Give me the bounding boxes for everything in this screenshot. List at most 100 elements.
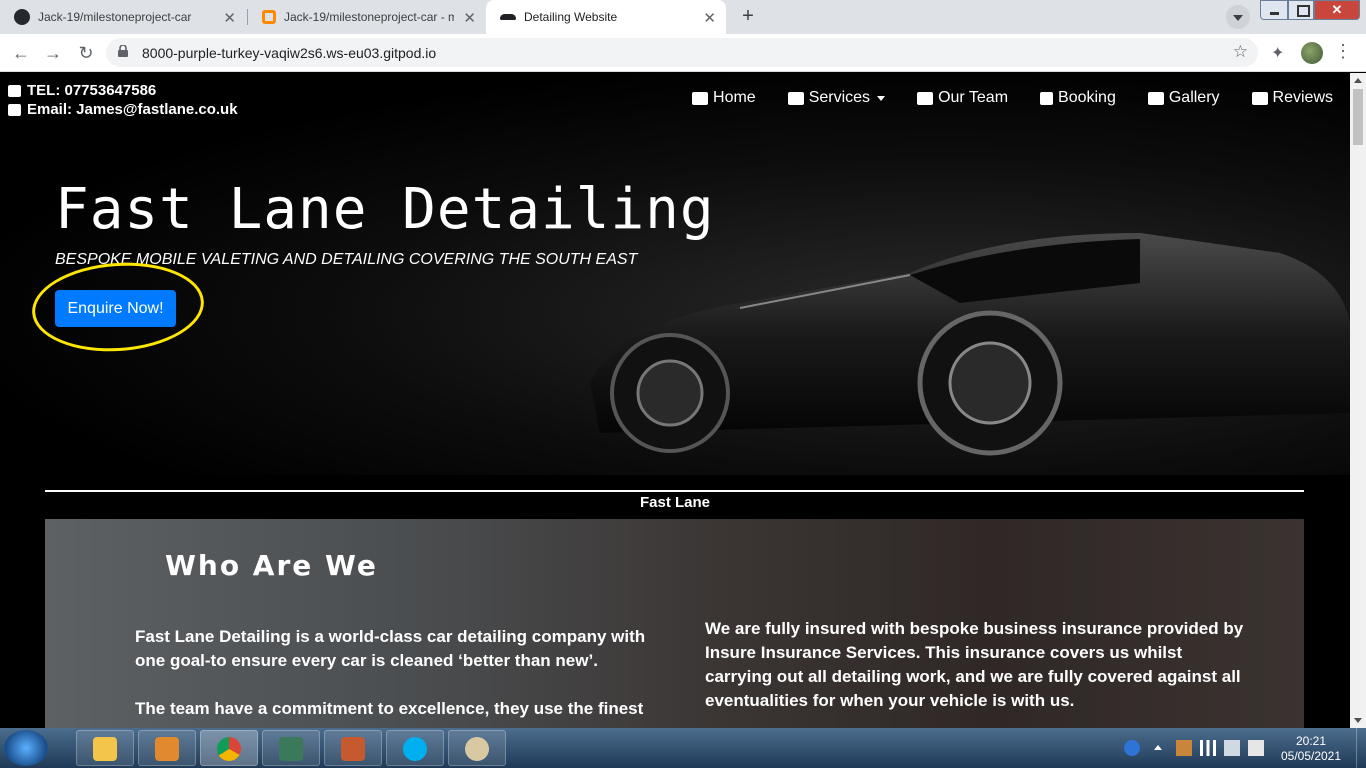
close-icon[interactable]: ✕ xyxy=(223,9,236,27)
system-clock[interactable]: 20:21 05/05/2021 xyxy=(1276,734,1346,764)
tab-title: Detailing Website xyxy=(524,10,618,24)
nav-gallery-label: Gallery xyxy=(1168,89,1220,106)
about-right-column: We are fully insured with bespoke busine… xyxy=(705,617,1245,728)
scroll-down-icon[interactable] xyxy=(1354,718,1362,723)
windows-taskbar: 20:21 05/05/2021 xyxy=(0,728,1366,768)
tab-title: Jack-19/milestoneproject-car xyxy=(38,10,192,24)
close-window-button[interactable]: ✕ xyxy=(1314,0,1360,20)
volume-muted-icon[interactable] xyxy=(1224,740,1240,756)
users-icon xyxy=(917,91,934,105)
tab-github[interactable]: Jack-19/milestoneproject-car ✕ xyxy=(0,0,246,34)
about-section: Who Are We Fast Lane Detailing is a worl… xyxy=(45,519,1304,728)
phone-icon xyxy=(8,84,21,97)
nav-reviews-label: Reviews xyxy=(1272,89,1333,106)
taskbar-media-player[interactable] xyxy=(138,730,196,766)
nav-home[interactable]: Home xyxy=(692,89,756,107)
hp-icon xyxy=(279,737,303,761)
nav-services-label: Services xyxy=(808,89,871,106)
folder-open-icon xyxy=(1251,91,1268,105)
contact-tel: TEL: 07753647586 xyxy=(8,81,238,100)
contact-email: Email: James@fastlane.co.uk xyxy=(8,100,238,119)
nav-booking[interactable]: Booking xyxy=(1040,89,1116,107)
section-divider xyxy=(45,490,1304,492)
about-heading: Who Are We xyxy=(165,549,378,582)
help-icon[interactable] xyxy=(1124,740,1140,756)
gitpod-icon xyxy=(262,10,276,24)
browser-toolbar: ← → ↻ 8000-purple-turkey-vaqiw2s6.ws-eu0… xyxy=(0,34,1366,72)
security-icon[interactable] xyxy=(1176,740,1192,756)
network-icon[interactable] xyxy=(1200,740,1216,756)
github-icon xyxy=(14,9,30,25)
nav-our-team-label: Our Team xyxy=(938,89,1009,106)
chrome-icon xyxy=(217,737,241,761)
contact-info: TEL: 07753647586 Email: James@fastlane.c… xyxy=(8,81,238,119)
reload-icon[interactable]: ↻ xyxy=(74,41,98,65)
clock-date: 05/05/2021 xyxy=(1280,749,1342,763)
paint-icon xyxy=(465,737,489,761)
site-nav: Home Services Our Team Booking Gallery R… xyxy=(692,89,1333,107)
start-button[interactable] xyxy=(4,730,48,766)
about-left-paragraph-1: Fast Lane Detailing is a world-class car… xyxy=(135,627,646,670)
tab-detailing-website[interactable]: Detailing Website ✕ xyxy=(486,0,726,34)
page-scrollbar[interactable] xyxy=(1350,73,1366,728)
nav-booking-label: Booking xyxy=(1058,89,1116,106)
taskbar-chrome[interactable] xyxy=(200,730,258,766)
show-desktop-button[interactable] xyxy=(1356,728,1366,768)
taskbar-skype[interactable] xyxy=(386,730,444,766)
about-left-column: Fast Lane Detailing is a world-class car… xyxy=(135,625,675,728)
folder-icon xyxy=(93,737,117,761)
clock-time: 20:21 xyxy=(1295,734,1327,748)
taskbar-app[interactable] xyxy=(324,730,382,766)
tab-search-icon[interactable] xyxy=(1226,5,1250,29)
action-center-icon[interactable] xyxy=(1248,740,1264,756)
bookmark-star-icon[interactable]: ☆ xyxy=(1233,42,1248,62)
minimize-button[interactable] xyxy=(1260,0,1288,20)
envelope-icon xyxy=(8,103,21,116)
nav-services[interactable]: Services xyxy=(787,89,886,107)
tab-title: Jack-19/milestoneproject-car - m xyxy=(284,10,454,24)
tel-text: TEL: 07753647586 xyxy=(27,82,157,99)
page-viewport: TEL: 07753647586 Email: James@fastlane.c… xyxy=(0,73,1350,728)
url-text: 8000-purple-turkey-vaqiw2s6.ws-eu03.gitp… xyxy=(142,45,437,61)
app-icon xyxy=(341,737,365,761)
enquire-now-button[interactable]: Enquire Now! xyxy=(55,290,176,327)
nav-gallery[interactable]: Gallery xyxy=(1147,89,1220,107)
scroll-up-icon[interactable] xyxy=(1354,78,1362,83)
back-icon[interactable]: ← xyxy=(9,41,33,65)
profile-avatar[interactable] xyxy=(1301,42,1323,64)
browser-tab-bar: Jack-19/milestoneproject-car ✕ Jack-19/m… xyxy=(0,0,1366,34)
home-icon xyxy=(692,91,709,105)
email-text: Email: James@fastlane.co.uk xyxy=(27,101,238,118)
car-image xyxy=(590,233,1350,456)
image-icon xyxy=(1147,91,1164,105)
address-book-icon xyxy=(1040,91,1054,105)
maximize-button[interactable] xyxy=(1288,0,1314,20)
extensions-icon[interactable]: ✦ xyxy=(1271,43,1284,63)
lock-icon xyxy=(118,45,128,57)
taskbar-explorer[interactable] xyxy=(76,730,134,766)
menu-icon[interactable]: ⋮ xyxy=(1334,41,1352,62)
about-right-paragraph-1: We are fully insured with bespoke busine… xyxy=(705,619,1244,710)
close-icon[interactable]: ✕ xyxy=(463,9,476,27)
show-hidden-icons-icon[interactable] xyxy=(1154,745,1162,750)
hero-title: Fast Lane Detailing xyxy=(55,177,715,242)
brand-strip: Fast Lane xyxy=(639,494,711,511)
media-player-icon xyxy=(155,737,179,761)
skype-icon xyxy=(403,737,427,761)
hero-section: TEL: 07753647586 Email: James@fastlane.c… xyxy=(0,73,1350,475)
new-tab-button[interactable]: + xyxy=(736,5,760,29)
scroll-thumb[interactable] xyxy=(1353,89,1363,145)
nav-our-team[interactable]: Our Team xyxy=(917,89,1008,107)
tab-gitpod[interactable]: Jack-19/milestoneproject-car - m ✕ xyxy=(248,0,486,34)
forward-icon[interactable]: → xyxy=(41,41,65,65)
taskbar-paint[interactable] xyxy=(448,730,506,766)
nav-reviews[interactable]: Reviews xyxy=(1251,89,1333,107)
address-bar[interactable]: 8000-purple-turkey-vaqiw2s6.ws-eu03.gitp… xyxy=(106,38,1258,67)
chevron-down-icon xyxy=(877,95,886,101)
taskbar-hp[interactable] xyxy=(262,730,320,766)
about-left-paragraph-2: The team have a commitment to excellence… xyxy=(135,699,644,718)
close-icon[interactable]: ✕ xyxy=(703,9,716,27)
nav-home-label: Home xyxy=(713,89,756,106)
car-icon xyxy=(787,91,804,105)
car-icon xyxy=(500,14,516,20)
